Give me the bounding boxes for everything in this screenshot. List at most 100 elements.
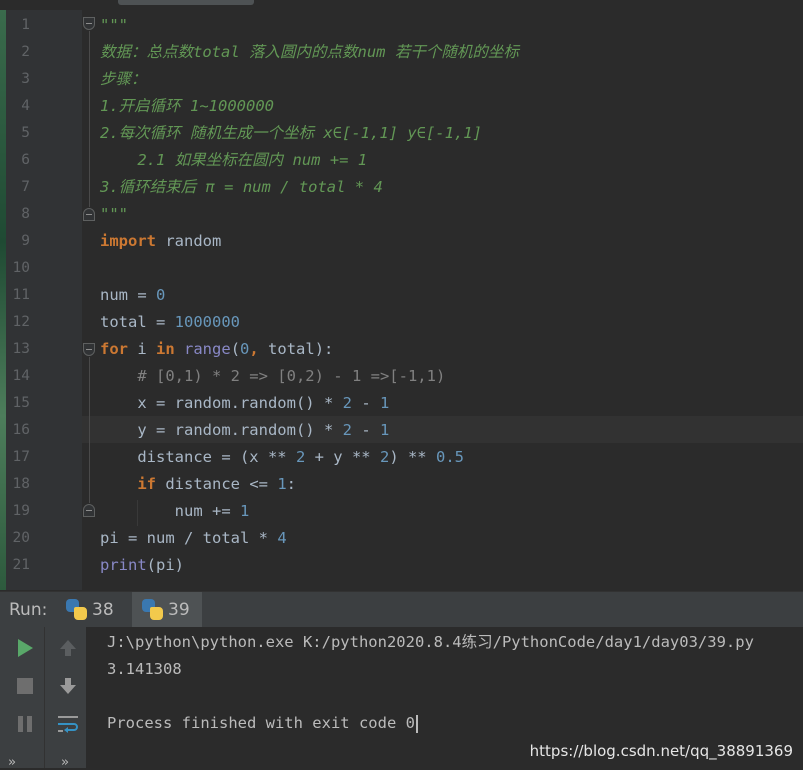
console-exit-line: Process finished with exit code 0 — [107, 710, 418, 737]
run-tab-39[interactable]: 39 — [132, 592, 202, 627]
code-token: # [0,1) * 2 => [0,2) - 1 =>[-1,1) — [137, 367, 446, 385]
line-number: 10 — [12, 260, 30, 276]
code-token: 2.1 如果坐标在圆内 num += 1 — [100, 151, 368, 169]
rerun-icon[interactable] — [10, 633, 40, 663]
line-number: 17 — [12, 449, 30, 465]
line-number: 19 — [12, 503, 30, 519]
code-line[interactable]: import random — [100, 228, 221, 255]
code-line[interactable]: """ — [100, 12, 128, 39]
code-line[interactable]: 1.开启循环 1~1000000 — [100, 93, 274, 120]
code-token: distance = (x ** — [100, 448, 296, 466]
code-token: + y ** — [305, 448, 380, 466]
code-line[interactable]: print(pi) — [100, 552, 184, 579]
fold-marker[interactable] — [83, 343, 95, 356]
code-token: import — [100, 232, 156, 250]
code-token: (pi) — [146, 556, 184, 574]
code-line[interactable]: if distance <= 1: — [100, 471, 296, 498]
line-number: 12 — [12, 314, 30, 330]
code-token: 2 — [342, 421, 352, 439]
line-number: 18 — [12, 476, 30, 492]
line-number: 2 — [21, 44, 30, 60]
code-token: x = random.random() * — [100, 394, 343, 412]
code-line[interactable]: num += 1 — [100, 498, 250, 525]
stop-icon[interactable] — [10, 671, 40, 701]
code-line[interactable]: pi = num / total * 4 — [100, 525, 287, 552]
fold-guide — [89, 31, 90, 207]
code-token: total = — [100, 313, 175, 331]
code-token: 1000000 — [174, 313, 240, 331]
code-line[interactable]: distance = (x ** 2 + y ** 2) ** 0.5 — [100, 444, 464, 471]
code-token: 4 — [277, 529, 287, 547]
code-token: in — [156, 340, 175, 358]
code-token: - — [351, 394, 380, 412]
fold-marker[interactable] — [83, 17, 95, 30]
code-token: 2 — [379, 448, 390, 466]
code-token: 1.开启循环 1~1000000 — [100, 97, 274, 115]
code-token: 0 — [156, 286, 166, 304]
line-number: 11 — [12, 287, 30, 303]
line-number: 7 — [21, 179, 30, 195]
line-number: 13 — [12, 341, 30, 357]
console-command-line: J:\python\python.exe K:/python2020.8.4练习… — [107, 633, 754, 651]
line-number: 16 — [12, 422, 30, 438]
code-token: ) ** — [389, 448, 436, 466]
code-token: num += — [100, 502, 240, 520]
code-line[interactable]: for i in range(0, total): — [100, 336, 333, 363]
code-line[interactable]: total = 1000000 — [100, 309, 240, 336]
line-number: 3 — [21, 71, 30, 87]
line-number: 21 — [12, 557, 30, 573]
code-token: - — [351, 421, 380, 439]
python-icon — [142, 598, 164, 621]
code-token: i — [128, 340, 156, 358]
python-icon — [66, 598, 88, 621]
code-line[interactable]: x = random.random() * 2 - 1 — [100, 390, 389, 417]
code-line[interactable]: num = 0 — [100, 282, 165, 309]
soft-wrap-icon[interactable] — [53, 709, 83, 739]
code-line[interactable]: 步骤： — [100, 66, 147, 93]
code-line[interactable]: 2.每次循环 随机生成一个坐标 x∈[-1,1] y∈[-1,1] — [100, 120, 482, 147]
pause-icon[interactable] — [10, 709, 40, 739]
code-token: num = — [100, 286, 156, 304]
code-token: range — [184, 340, 231, 358]
code-token: print — [100, 556, 147, 574]
editor-tab[interactable] — [118, 0, 254, 5]
console-exit-text: Process finished with exit code 0 — [107, 714, 415, 732]
code-token: : — [286, 475, 297, 493]
fold-marker[interactable] — [83, 208, 95, 221]
run-tab-label: 38 — [92, 599, 114, 620]
line-number: 8 — [21, 206, 30, 222]
fold-marker[interactable] — [83, 504, 95, 517]
code-line[interactable]: y = random.random() * 2 - 1 — [100, 417, 389, 444]
code-line[interactable]: 数据：总点数total 落入圆内的点数num 若干个随机的坐标 — [100, 39, 519, 66]
code-line[interactable]: """ — [100, 201, 128, 228]
up-arrow-icon[interactable] — [53, 633, 83, 663]
code-token: 3.循环结束后 π = num / total * 4 — [100, 178, 383, 196]
code-token: 0.5 — [435, 448, 464, 466]
run-tab-38[interactable]: 38 — [56, 592, 130, 627]
down-arrow-icon[interactable] — [53, 671, 83, 701]
code-token: """ — [100, 16, 128, 34]
run-tab-label: 39 — [168, 599, 190, 620]
indent-guide — [137, 500, 138, 526]
code-token: """ — [100, 205, 128, 223]
code-token: distance <= — [156, 475, 278, 493]
code-line[interactable]: 2.1 如果坐标在圆内 num += 1 — [100, 147, 367, 174]
code-token: 步骤： — [100, 70, 147, 88]
line-number: 20 — [12, 530, 30, 546]
line-number: 4 — [21, 98, 30, 114]
line-number: 1 — [21, 17, 30, 33]
console-result-line: 3.141308 — [107, 660, 182, 678]
code-token: for — [100, 340, 128, 358]
code-line[interactable]: 3.循环结束后 π = num / total * 4 — [100, 174, 383, 201]
code-token: total): — [258, 340, 334, 358]
code-line[interactable]: # [0,1) * 2 => [0,2) - 1 =>[-1,1) — [100, 363, 445, 390]
code-token: ( — [230, 340, 241, 358]
code-token: if — [137, 475, 156, 493]
code-token: y = random.random() * — [100, 421, 343, 439]
code-token: random — [156, 232, 222, 250]
text-caret — [415, 714, 418, 733]
line-number: 15 — [12, 395, 30, 411]
